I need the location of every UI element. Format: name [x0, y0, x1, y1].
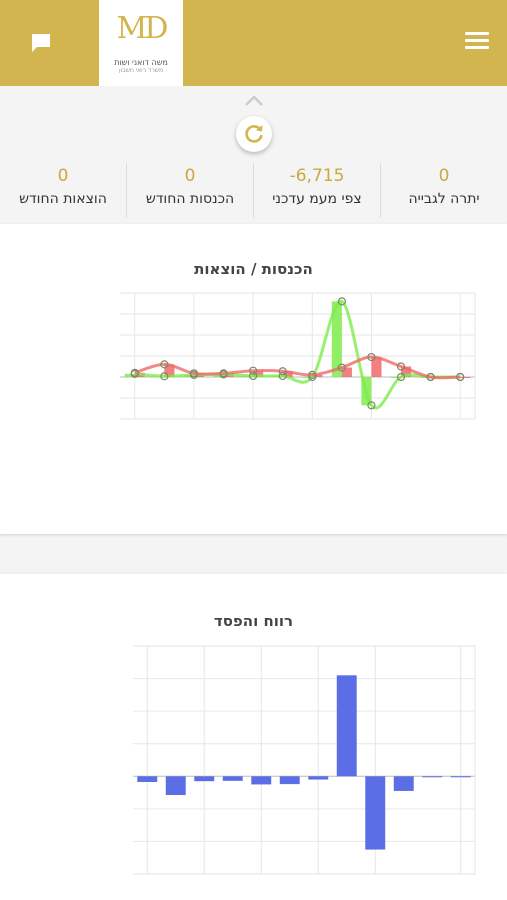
refresh-icon — [245, 125, 263, 143]
stats-bar: 0 יתרה לגבייה -6,715 צפי מעמ עדכני 0 הכנ… — [0, 163, 507, 218]
bar-profit-loss — [365, 776, 386, 850]
line-income — [134, 299, 461, 410]
logo-mark: MD — [116, 11, 169, 46]
chat-button[interactable] — [30, 32, 52, 54]
income-expense-chart — [120, 292, 476, 420]
menu-button[interactable] — [465, 32, 489, 52]
profit-loss-chart — [133, 645, 476, 875]
app-header: MD משה דואני ושות משרד רואי חשבון — [0, 0, 507, 86]
bar-profit-loss — [222, 776, 243, 781]
stat-monthly-expenses: 0 הוצאות החודש — [0, 163, 127, 218]
hamburger-icon — [465, 32, 489, 49]
stat-label: הוצאות החודש — [19, 191, 107, 207]
stat-value: 0 — [57, 166, 69, 186]
logo-company-name: משה דואני ושות — [114, 58, 168, 67]
bar-profit-loss — [450, 776, 471, 778]
logo-subtitle: משרד רואי חשבון — [118, 67, 164, 74]
bar-profit-loss — [336, 675, 357, 777]
chevron-up-icon[interactable] — [244, 94, 264, 108]
bar-profit-loss — [137, 776, 158, 782]
profit-loss-card: רווח והפסד — [0, 574, 507, 900]
stat-value: -6,715 — [289, 166, 345, 186]
bar-profit-loss — [308, 776, 329, 780]
bar-profit-loss — [393, 776, 414, 791]
refresh-button[interactable] — [236, 116, 272, 152]
bar-profit-loss — [422, 776, 443, 778]
stat-vat-forecast: -6,715 צפי מעמ עדכני — [254, 163, 381, 218]
stat-value: 0 — [438, 166, 450, 186]
stat-label: הכנסות החודש — [145, 191, 235, 207]
bar-profit-loss — [251, 776, 272, 785]
bar-profit-loss — [279, 776, 300, 785]
stat-monthly-income: 0 הכנסות החודש — [127, 163, 254, 218]
bar-expense — [341, 367, 352, 377]
stat-label: צפי מעמ עדכני — [272, 191, 362, 207]
stat-label: יתרה לגבייה — [408, 191, 480, 207]
bar-profit-loss — [194, 776, 215, 782]
stat-balance: 0 יתרה לגבייה — [381, 163, 507, 218]
company-logo: MD משה דואני ושות משרד רואי חשבון — [99, 0, 183, 86]
bar-profit-loss — [165, 776, 186, 796]
chat-icon — [32, 34, 50, 52]
stat-value: 0 — [184, 166, 196, 186]
income-expense-card: הכנסות / הוצאות — [0, 224, 507, 534]
bar-expense — [460, 377, 471, 378]
